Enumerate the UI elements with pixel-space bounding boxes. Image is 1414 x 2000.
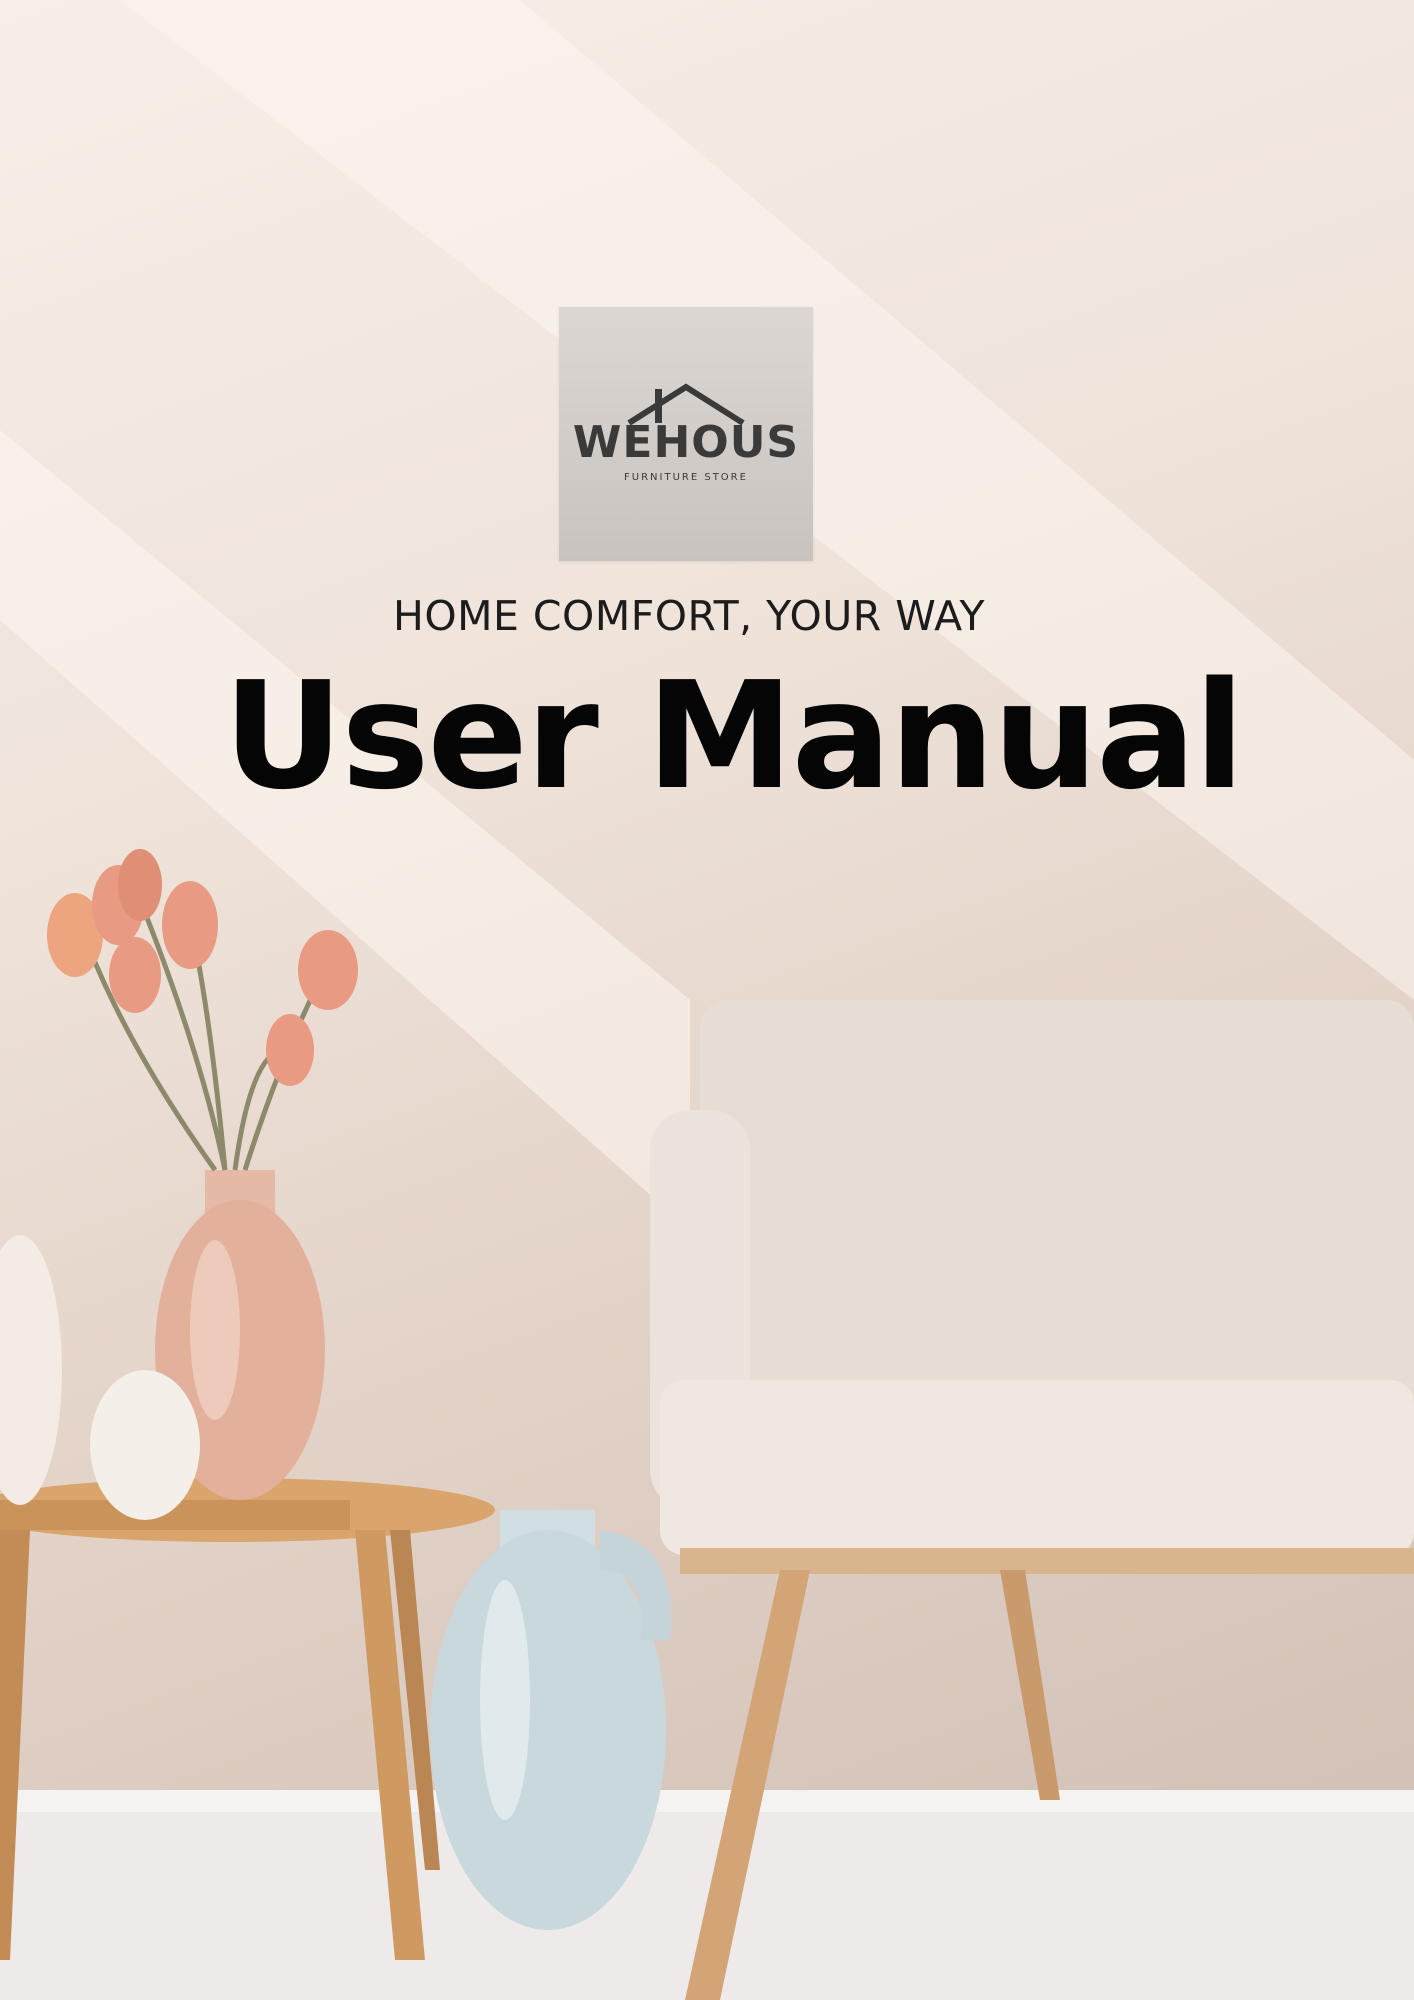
living-room-photo <box>0 0 1414 2000</box>
brand-name: WEHOUS <box>572 417 800 468</box>
logo: WEHOUS FURNITURE STORE <box>559 307 813 561</box>
manual-cover: WEHOUS FURNITURE STORE HOME COMFORT, YOU… <box>0 0 1414 2000</box>
page-title: User Manual <box>223 650 1245 822</box>
white-vase-left <box>0 1235 62 1505</box>
tagline: HOME COMFORT, YOUR WAY <box>393 592 985 640</box>
baseboard <box>0 1790 1414 1812</box>
brand-subtitle: FURNITURE STORE <box>624 472 748 483</box>
white-vase-small <box>90 1370 200 1520</box>
